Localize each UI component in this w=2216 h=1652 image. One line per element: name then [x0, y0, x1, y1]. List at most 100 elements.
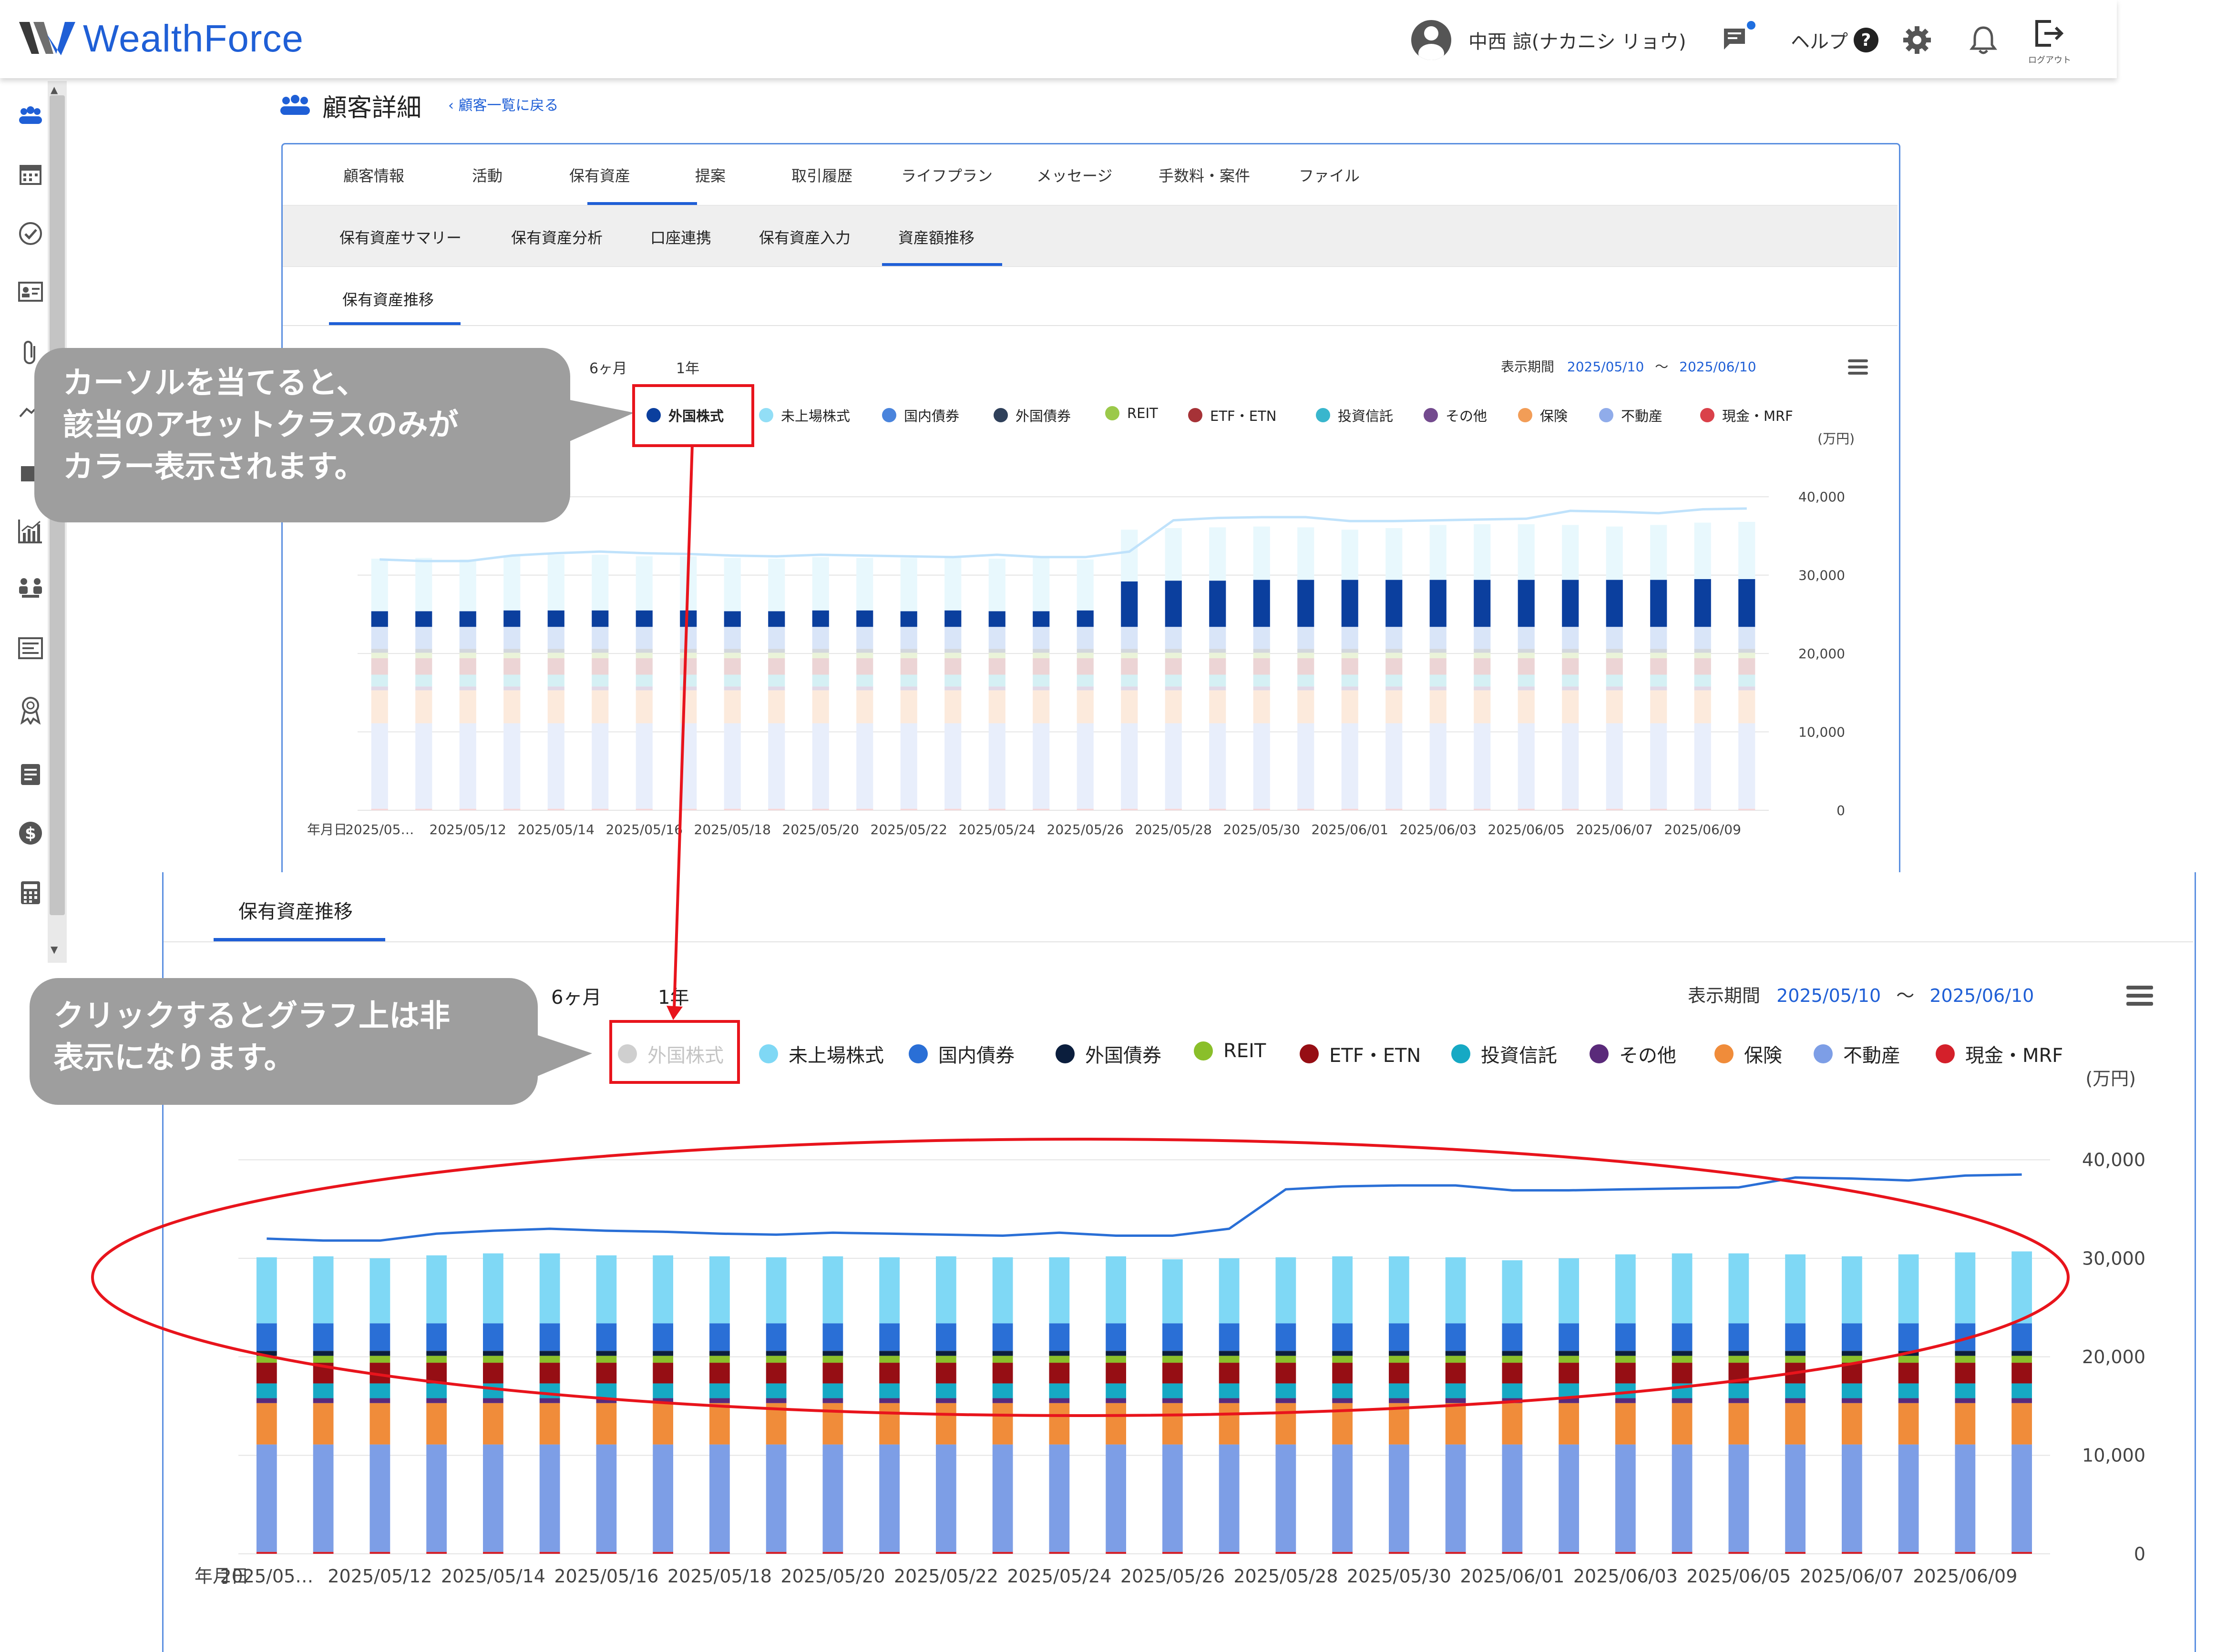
scroll-down-arrow-icon[interactable]: ▼ — [51, 944, 58, 955]
tab-7[interactable]: メッセージ — [1036, 164, 1112, 186]
period-1y-button[interactable]: 1年 — [676, 357, 699, 377]
contact-card-icon[interactable] — [17, 281, 44, 308]
settings-button[interactable] — [1902, 17, 1932, 63]
period-to-date[interactable]: 2025/06/10 — [1929, 985, 2034, 1006]
legend-item-top-11[interactable]: 現金・MRF — [1700, 405, 1793, 425]
tab-1[interactable]: 顧客情報 — [343, 164, 404, 186]
bar-segment — [1121, 649, 1138, 653]
bar-segment — [1502, 1260, 1523, 1324]
dollar-icon[interactable]: $ — [17, 821, 44, 847]
calculator-icon[interactable] — [17, 880, 44, 907]
award-icon[interactable] — [17, 696, 44, 725]
scroll-up-arrow-icon[interactable]: ▲ — [51, 84, 58, 95]
x-tick-label: 2025/06/07 — [1576, 822, 1653, 837]
tab-5[interactable]: 取引履歴 — [791, 164, 852, 186]
legend-item-bottom-7[interactable]: 投資信託 — [1451, 1040, 1557, 1068]
bar-segment — [1332, 1351, 1353, 1356]
bar-segment — [1728, 1383, 1749, 1398]
bar-segment — [1275, 1403, 1296, 1445]
bar-segment — [592, 723, 609, 809]
period-to-date[interactable]: 2025/06/10 — [1679, 359, 1756, 375]
news-icon[interactable] — [17, 637, 44, 663]
chart-menu-icon[interactable] — [1848, 359, 1868, 375]
subtab-1[interactable]: 保有資産サマリー — [339, 226, 462, 248]
legend-label: 保険 — [1744, 1045, 1782, 1067]
check-circle-icon[interactable] — [17, 221, 44, 248]
legend-item-top-6[interactable]: ETF・ETN — [1188, 405, 1276, 425]
legend-label: 未上場株式 — [789, 1045, 884, 1067]
legend-dot-icon — [1316, 408, 1330, 422]
legend-item-top-8[interactable]: その他 — [1424, 405, 1487, 425]
logout-button[interactable] — [2032, 14, 2065, 52]
customers-icon[interactable] — [17, 104, 44, 131]
chart-menu-icon-zoomed[interactable] — [2126, 986, 2153, 1006]
bar-segment — [1474, 653, 1491, 658]
legend-item-bottom-6[interactable]: ETF・ETN — [1300, 1040, 1421, 1068]
legend-item-bottom-11[interactable]: 現金・MRF — [1936, 1040, 2063, 1068]
notifications-button[interactable] — [1969, 17, 1998, 63]
legend-item-bottom-4[interactable]: 外国債券 — [1056, 1040, 1161, 1068]
legend-item-top-7[interactable]: 投資信託 — [1316, 405, 1393, 425]
period-1y-button-zoomed[interactable]: 1年 — [658, 982, 689, 1010]
period-separator: ～ — [1655, 359, 1669, 375]
bar-segment — [992, 1363, 1013, 1384]
bar-segment — [483, 1551, 503, 1554]
legend-item-top-9[interactable]: 保険 — [1518, 405, 1568, 425]
bar-segment — [768, 723, 785, 809]
app-header: WealthForce 中西 諒(ナカニシ リョウ) ヘルプ ? ログアウト — [0, 0, 2117, 78]
legend-item-bottom-3[interactable]: 国内債券 — [909, 1040, 1015, 1068]
subtab-2[interactable]: 保有資産分析 — [511, 226, 603, 248]
subtab-3[interactable]: 口座連携 — [650, 226, 711, 248]
period-from-date[interactable]: 2025/05/10 — [1567, 359, 1644, 375]
legend-dot-icon — [1700, 408, 1714, 422]
bar-segment — [1955, 1403, 1976, 1445]
bar-segment — [547, 649, 564, 653]
bar-segment — [503, 723, 521, 809]
tab-9[interactable]: ファイル — [1299, 164, 1360, 186]
bar-segment — [1121, 658, 1138, 675]
legend-item-bottom-5[interactable]: REIT — [1194, 1040, 1266, 1062]
tab-8[interactable]: 手数料・案件 — [1159, 164, 1250, 186]
bar-segment — [547, 554, 564, 611]
meeting-icon[interactable] — [17, 577, 44, 603]
legend-item-top-5[interactable]: REIT — [1105, 405, 1158, 421]
bar-segment — [812, 649, 829, 653]
bar-segment — [371, 611, 388, 627]
tab-2[interactable]: 活動 — [472, 164, 503, 186]
subtab-5[interactable]: 資産額推移 — [898, 226, 975, 248]
legend-item-top-2[interactable]: 未上場株式 — [759, 405, 850, 425]
period-6m-button[interactable]: 6ヶ月 — [589, 357, 627, 377]
tab-6[interactable]: ライフプラン — [901, 164, 993, 186]
app-logo[interactable]: WealthForce — [19, 17, 304, 60]
bar-segment — [426, 1323, 447, 1351]
analytics-chart-icon[interactable] — [17, 518, 44, 544]
bar-segment — [1429, 580, 1447, 627]
bar-segment — [812, 723, 829, 809]
section-tab-asset-trend-zoomed[interactable]: 保有資産推移 — [238, 896, 353, 924]
back-to-list-link[interactable]: ‹ 顧客一覧に戻る — [448, 93, 559, 114]
legend-item-bottom-9[interactable]: 保険 — [1714, 1040, 1782, 1068]
legend-item-top-10[interactable]: 不動産 — [1599, 405, 1662, 425]
period-from-date[interactable]: 2025/05/10 — [1776, 985, 1881, 1006]
bar-segment — [636, 686, 653, 691]
bar-segment — [1738, 658, 1755, 675]
subtab-4[interactable]: 保有資産入力 — [759, 226, 851, 248]
tab-4[interactable]: 提案 — [695, 164, 726, 186]
calendar-icon[interactable] — [17, 162, 44, 189]
legend-item-bottom-2[interactable]: 未上場株式 — [759, 1040, 884, 1068]
legend-item-top-3[interactable]: 国内債券 — [882, 405, 959, 425]
document-icon[interactable] — [17, 763, 44, 789]
help-button[interactable]: ヘルプ ? — [1791, 17, 1879, 63]
legend-item-bottom-10[interactable]: 不動産 — [1814, 1040, 1900, 1068]
tab-3[interactable]: 保有資産 — [569, 164, 630, 186]
user-menu[interactable]: 中西 諒(ナカニシ リョウ) — [1411, 17, 1686, 63]
period-6m-button-zoomed[interactable]: 6ヶ月 — [551, 982, 601, 1010]
messages-button[interactable] — [1721, 17, 1755, 63]
legend-item-bottom-8[interactable]: その他 — [1590, 1040, 1676, 1068]
bar-segment — [1672, 1551, 1693, 1554]
bar-segment — [539, 1383, 560, 1398]
bar-segment — [371, 658, 388, 675]
legend-item-top-4[interactable]: 外国債券 — [994, 405, 1071, 425]
callout-hover-pointer — [567, 399, 634, 442]
section-tab-asset-trend[interactable]: 保有資産推移 — [342, 288, 434, 310]
